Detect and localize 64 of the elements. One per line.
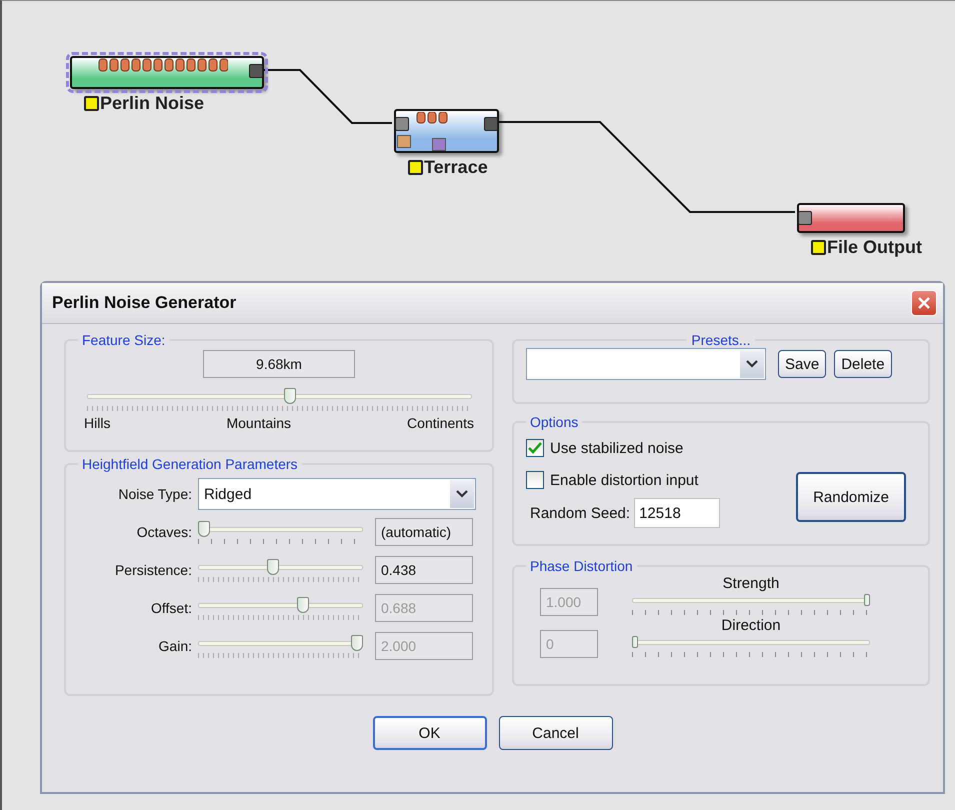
value-field: 9.68km [203, 350, 355, 378]
seed-field[interactable]: 12518 [634, 498, 720, 528]
field-label: Offset: [150, 600, 193, 616]
node-label: File Output [827, 237, 922, 258]
status-square-icon [408, 160, 423, 175]
scale-label: Hills [84, 415, 110, 431]
value-field[interactable]: 0.438 [375, 556, 473, 584]
scale-label: Continents [407, 415, 474, 431]
close-icon [917, 296, 931, 310]
port-icon[interactable] [432, 138, 446, 151]
preset-button[interactable]: Delete [834, 350, 892, 378]
slider-thumb[interactable] [864, 594, 870, 606]
group-title: Heightfield Generation Parameters [81, 456, 299, 472]
checkbox[interactable] [526, 439, 544, 457]
checkbox-label: Use stabilized noise [550, 440, 684, 456]
slider[interactable] [198, 634, 363, 650]
slider-thumb[interactable] [632, 636, 638, 648]
chevron-down-icon [740, 350, 764, 378]
port-icon[interactable] [484, 117, 498, 131]
node-label: Perlin Noise [100, 93, 204, 114]
slider[interactable] [632, 634, 870, 650]
node-label: Terrace [424, 157, 488, 178]
slider[interactable] [198, 596, 363, 612]
group-title: Phase Distortion [529, 558, 634, 574]
noise-type-dropdown[interactable]: Ridged [198, 478, 476, 510]
field-label: Persistence: [114, 562, 193, 578]
value-field[interactable]: (automatic) [375, 518, 473, 546]
port-icon[interactable] [798, 211, 812, 225]
status-square-icon [84, 96, 99, 111]
pin-row-icon [416, 112, 450, 124]
randomize-button[interactable]: Randomize [796, 472, 906, 522]
presets-dropdown[interactable] [526, 348, 766, 380]
preset-button[interactable]: Save [778, 350, 826, 378]
close-button[interactable] [911, 290, 937, 316]
slider[interactable] [198, 558, 363, 574]
slider[interactable] [632, 592, 870, 608]
slider-thumb[interactable] [284, 388, 296, 404]
field-label: Random Seed: [530, 504, 630, 522]
graph-node[interactable] [394, 109, 499, 153]
window-title: Perlin Noise Generator [52, 293, 236, 313]
scale-label: Mountains [226, 415, 292, 431]
slider[interactable] [198, 520, 363, 536]
field-label: Gain: [158, 638, 193, 654]
slider[interactable] [86, 388, 472, 404]
slider-thumb[interactable] [266, 558, 279, 574]
port-icon[interactable] [249, 64, 263, 78]
port-icon[interactable] [395, 117, 409, 131]
dialog-button[interactable]: OK [372, 716, 486, 750]
slider-thumb[interactable] [198, 520, 210, 536]
group-title: Presets... [690, 332, 752, 348]
field-label: Octaves: [136, 524, 193, 540]
group-title: Options [529, 414, 580, 430]
chevron-down-icon [450, 480, 474, 508]
port-icon[interactable] [397, 135, 411, 148]
group-title: Feature Size: [81, 332, 166, 348]
graph-node[interactable] [797, 203, 905, 233]
slider-label: Strength [722, 575, 780, 592]
status-square-icon [811, 240, 826, 255]
checkbox[interactable] [526, 471, 544, 489]
checkbox-label: Enable distortion input [550, 472, 698, 488]
dialog-button[interactable]: Cancel [498, 716, 612, 750]
slider-label: Direction [721, 617, 781, 634]
field-label: Noise Type: [117, 486, 193, 502]
pin-row-icon [98, 58, 228, 72]
